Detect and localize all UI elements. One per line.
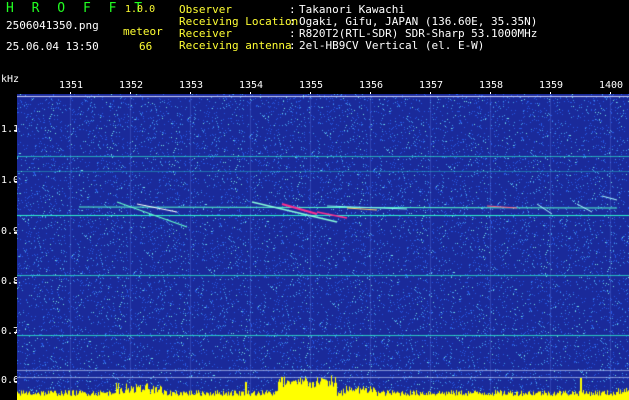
x-tick-label: 1351 — [59, 80, 84, 91]
meteor-label: meteor — [123, 25, 163, 38]
meteor-count: 66 — [139, 40, 153, 53]
x-tick-label: 1353 — [179, 80, 204, 91]
antenna-sep: : — [289, 39, 296, 52]
x-tick-label: 1358 — [479, 80, 504, 91]
file-name: 2506041350.png — [6, 19, 99, 32]
app-version: 1.0.0 — [125, 4, 156, 15]
x-tick-label: 1356 — [359, 80, 384, 91]
antenna-label: Receiving antenna — [179, 39, 292, 52]
hrofft-window: { "header": { "app_name": "H R O F F T",… — [0, 0, 629, 400]
x-tick-label: 1352 — [119, 80, 144, 91]
date-time: 25.06.04 13:50 — [6, 40, 99, 53]
header-panel: H R O F F T 1.0.0 2506041350.png 25.06.0… — [0, 0, 629, 73]
x-tick-label: 1357 — [419, 80, 444, 91]
spectrogram-area — [17, 94, 629, 400]
x-tick-label: 1354 — [239, 80, 264, 91]
y-unit-label: kHz — [1, 74, 20, 85]
x-tick-label: 1355 — [299, 80, 324, 91]
x-tick-label: 1359 — [539, 80, 564, 91]
spectrogram-canvas — [17, 94, 629, 400]
x-tick-label: 1400 — [599, 80, 624, 91]
antenna-value: 2el-HB9CV Vertical (el. E-W) — [299, 39, 485, 52]
